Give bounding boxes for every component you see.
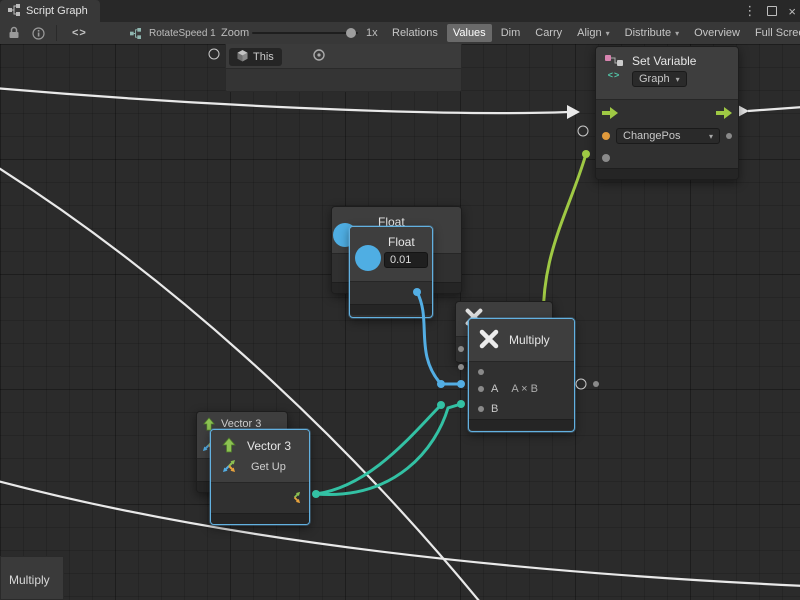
multiply-outer-port[interactable] — [458, 364, 464, 370]
node-vector3-get-up[interactable]: Vector 3 Get Up — [210, 429, 310, 525]
output-value-port[interactable] — [726, 133, 732, 139]
vector3-axes-icon — [222, 459, 236, 478]
values-button[interactable]: Values — [447, 24, 492, 42]
code-icon: <> — [608, 70, 621, 80]
zoom-slider-knob[interactable] — [346, 28, 356, 38]
node-this[interactable]: This — [225, 44, 462, 92]
cube-icon — [237, 50, 248, 65]
input-a-port[interactable] — [478, 386, 484, 392]
chevron-down-icon: ▾ — [675, 29, 679, 38]
variable-scope-dropdown[interactable]: Graph ▾ — [632, 71, 687, 87]
set-variable-left-port[interactable] — [578, 126, 589, 137]
info-icon[interactable] — [32, 22, 45, 44]
variable-object-port[interactable] — [602, 132, 610, 140]
flow-wire-endpoint[interactable] — [582, 150, 590, 158]
chevron-down-icon: ▾ — [709, 132, 713, 141]
node-title: Float — [388, 235, 415, 249]
variable-name-dropdown[interactable]: ChangePos ▾ — [616, 128, 720, 144]
chevron-down-icon: ▾ — [606, 29, 610, 38]
expression-label: A × B — [511, 383, 538, 395]
zoom-value: 1x — [366, 22, 378, 44]
port-a-label: A — [491, 383, 498, 395]
node-multiply[interactable]: Multiply A A × B B — [468, 318, 575, 432]
multiply-b-port[interactable] — [457, 400, 465, 408]
set-variable-icon: <> — [604, 54, 624, 87]
node-float[interactable]: Float 0.01 — [349, 226, 433, 318]
multiply-outer-port[interactable] — [458, 346, 464, 352]
multiply-icon — [478, 328, 500, 355]
zoom-label: Zoom — [221, 22, 249, 44]
overview-button[interactable]: Overview — [688, 24, 746, 42]
node-title: Set Variable — [632, 54, 696, 68]
this-label: This — [253, 51, 274, 63]
relations-button[interactable]: Relations — [386, 24, 444, 42]
vector3-output-port[interactable] — [312, 490, 320, 498]
zoom-slider[interactable] — [252, 32, 358, 34]
toolbar-separator — [56, 25, 57, 41]
float-type-icon — [355, 245, 381, 271]
tab-script-graph[interactable]: Script Graph — [0, 0, 100, 22]
flow-output-port[interactable] — [716, 106, 732, 124]
distribute-dropdown-button[interactable]: Distribute▾ — [619, 24, 685, 42]
float-output-port[interactable] — [413, 288, 421, 296]
carry-button[interactable]: Carry — [529, 24, 568, 42]
node-title: Vector 3 — [247, 439, 291, 453]
close-icon[interactable]: × — [788, 4, 796, 19]
maximize-icon[interactable] — [767, 6, 777, 16]
multiply-output-dot[interactable] — [593, 381, 599, 387]
edit-graph-button[interactable]: <> — [72, 22, 87, 44]
lock-icon[interactable] — [8, 22, 20, 44]
this-port[interactable] — [209, 49, 220, 60]
flow-input-port[interactable] — [602, 106, 618, 124]
arrow-up-icon — [221, 437, 237, 458]
graph-toolbar: <> RotateSpeed 1 Zoom 1x Relations Value… — [0, 22, 800, 45]
node-set-variable[interactable]: <> Set Variable Graph ▾ — [595, 46, 739, 180]
target-picker-icon[interactable] — [312, 48, 326, 67]
graph-canvas[interactable]: Float Vector 3 — [0, 44, 800, 600]
vector3-axes-icon — [288, 491, 301, 509]
graph-asset-icon — [130, 22, 141, 44]
pending-node-label[interactable]: Multiply — [0, 556, 64, 600]
flow-ports-row — [596, 100, 738, 124]
tab-title: Script Graph — [26, 5, 88, 17]
script-graph-icon — [8, 4, 20, 19]
operation-label: Get Up — [251, 461, 286, 473]
tab-bar: Script Graph ⋮ × — [0, 0, 800, 22]
result-port[interactable] — [478, 369, 484, 375]
this-object-field[interactable]: This — [229, 48, 282, 66]
wire-endpoint-a[interactable] — [437, 380, 445, 388]
unity-visual-scripting-window: Script Graph ⋮ × <> RotateSpeed 1 Zoom 1… — [0, 0, 800, 600]
graph-name-label: RotateSpeed 1 — [149, 22, 216, 44]
wire-endpoint-b[interactable] — [437, 401, 445, 409]
chevron-down-icon: ▾ — [676, 75, 680, 84]
value-input-port[interactable] — [602, 154, 610, 162]
this-panel-body — [226, 68, 461, 91]
align-dropdown-button[interactable]: Align▾ — [571, 24, 615, 42]
dim-button[interactable]: Dim — [495, 24, 527, 42]
multiply-output-port[interactable] — [576, 379, 587, 390]
fullscreen-button[interactable]: Full Screen — [749, 24, 800, 42]
float-value-input[interactable]: 0.01 — [384, 252, 428, 268]
port-b-label: B — [491, 403, 498, 415]
node-title: Multiply — [509, 333, 550, 347]
multiply-a-port[interactable] — [457, 380, 465, 388]
kebab-menu-icon[interactable]: ⋮ — [743, 3, 756, 19]
input-b-port[interactable] — [478, 406, 484, 412]
